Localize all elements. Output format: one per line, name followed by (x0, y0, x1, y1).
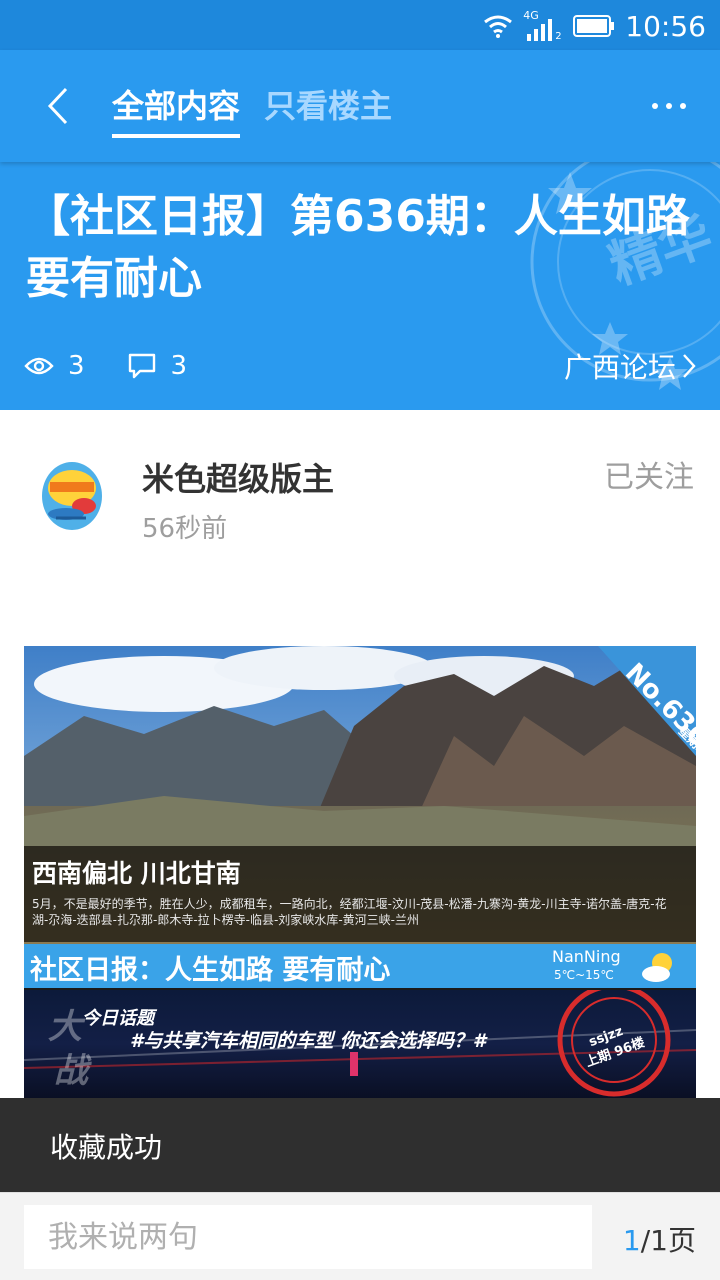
sim-slot-number: 2 (555, 31, 562, 42)
wifi-icon (484, 15, 513, 38)
svg-text:大: 大 (48, 1007, 86, 1047)
post-stats: 3 3 (24, 348, 229, 384)
bottom-bar: 1/1页 (0, 1192, 720, 1280)
tab-owner-only[interactable]: 只看楼主 (264, 80, 392, 132)
app-screen: 4G 2 10:56 全部内容 只看楼主 精华 【社区日报】第636期：人生如路… (0, 0, 720, 1280)
nav-bar: 全部内容 只看楼主 (0, 50, 720, 162)
toast: 收藏成功 (0, 1098, 720, 1192)
status-icons: 4G 2 10:56 (483, 8, 706, 44)
more-button[interactable] (644, 86, 694, 126)
post-time: 56秒前 (142, 514, 228, 544)
image-headline: 西南偏北 川北甘南 (32, 859, 241, 888)
more-dot-icon (666, 103, 672, 109)
clock: 10:56 (625, 9, 706, 43)
avatar-logo (26, 448, 118, 540)
cell-signal: 4G 2 (523, 9, 563, 42)
svg-text:战: 战 (54, 1051, 92, 1091)
image-banner-title: 社区日报：人生如路 要有耐心 (30, 955, 391, 986)
page-indicator[interactable]: 1/1页 (623, 1219, 696, 1259)
topic-text: #与共享汽车相同的车型 你还会选择吗？# (130, 1030, 487, 1052)
view-count-value: 3 (68, 351, 85, 381)
comment-count: 3 (127, 351, 188, 381)
page-total: /1页 (640, 1224, 696, 1257)
post-title: 【社区日报】第636期：人生如路 要有耐心 (26, 191, 690, 304)
status-bar: 4G 2 10:56 (0, 0, 720, 50)
more-dot-icon (680, 103, 686, 109)
comment-count-value: 3 (170, 351, 188, 381)
post-image[interactable]: No.636 星期二 西南偏北 川北甘南 5月，不是最好的季节，胜在人少，成都租… (24, 646, 696, 1098)
avatar[interactable] (26, 448, 118, 540)
more-dot-icon (652, 103, 658, 109)
forum-name: 广西论坛 (563, 351, 676, 384)
chevron-left-icon (47, 87, 68, 125)
tab-all-content[interactable]: 全部内容 (112, 80, 240, 132)
weather-temperature: 5℃~15℃ (554, 968, 614, 982)
weather-sun-cloud-icon (642, 953, 672, 982)
post-header: 精华 【社区日报】第636期：人生如路 要有耐心 3 3 广西论坛 (0, 162, 720, 410)
comment-input[interactable] (24, 1205, 592, 1269)
chevron-right-icon (683, 354, 696, 378)
active-tab-indicator (112, 134, 240, 138)
weather-city: NanNing (552, 947, 621, 966)
battery-icon (573, 15, 615, 37)
follow-button[interactable]: 已关注 (604, 452, 694, 496)
view-count: 3 (24, 351, 85, 381)
back-button[interactable] (36, 80, 80, 132)
image-description: 5月，不是最好的季节，胜在人少，成都租车，一路向北，经都江堰-汶川-茂县-松潘-… (32, 897, 667, 927)
forum-link[interactable]: 广西论坛 (564, 346, 696, 386)
page-current: 1 (622, 1224, 641, 1257)
author-name[interactable]: 米色超级版主 (142, 454, 334, 500)
comment-bubble-icon (128, 353, 155, 379)
signal-bars-icon (527, 19, 553, 41)
eye-icon (24, 357, 54, 375)
author-row: 米色超级版主 56秒前 已关注 (0, 410, 720, 560)
toast-message: 收藏成功 (50, 1131, 163, 1164)
